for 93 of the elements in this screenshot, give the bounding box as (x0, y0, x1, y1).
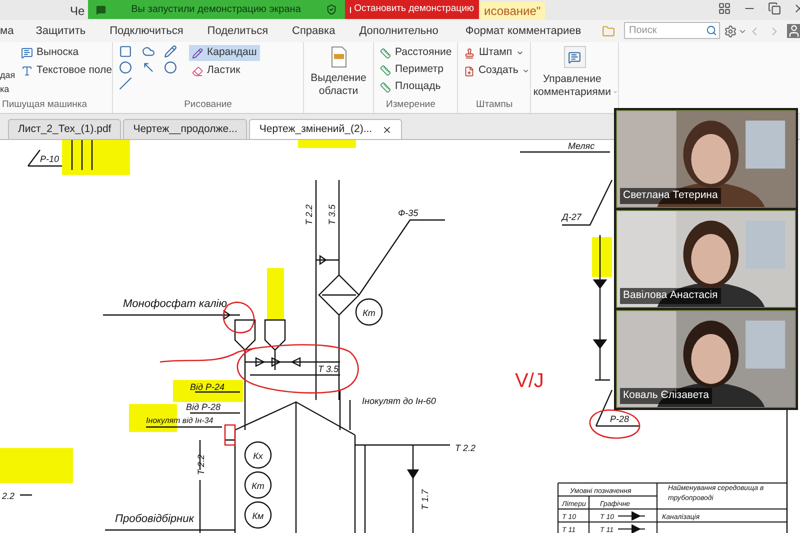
drawing-label: Д-27 (562, 212, 582, 222)
ruler-icon (380, 48, 391, 58)
pen-icon[interactable] (164, 45, 178, 58)
ribbon-button[interactable]: Штамп (464, 45, 530, 61)
document-tab[interactable]: Чертеж__продолже... (123, 119, 248, 139)
settings-icon[interactable] (724, 25, 737, 38)
drawing-label: Км (252, 511, 264, 521)
drawing-label: Від Р-28 (186, 402, 220, 412)
ribbon-button[interactable]: Выноска (20, 45, 112, 61)
pencil-icon (192, 48, 203, 58)
line-icon[interactable] (119, 77, 132, 90)
eraser-icon (192, 66, 203, 76)
participant-name: Коваль Єлізавета (620, 388, 712, 404)
chat-icon (96, 4, 106, 14)
group-label: Штампы (475, 98, 514, 112)
group-label: Измерение (385, 98, 436, 112)
file-icon (464, 66, 474, 76)
handwritten-note: V/J (515, 370, 544, 392)
drawing-label: Т 2.2 (455, 443, 476, 453)
drawing-label: Меляс (568, 141, 595, 151)
tool-label: дая (0, 68, 16, 82)
drawing-label: Інокулят до Ін-60 (362, 396, 436, 406)
shield-icon (326, 4, 337, 15)
callout-icon (20, 47, 33, 59)
pipe-symbol-icon (618, 524, 646, 533)
drawing-label: Кт (252, 481, 264, 491)
caret-icon (522, 67, 530, 75)
close-icon[interactable] (382, 124, 392, 134)
tool-label: ка (0, 82, 10, 96)
search-field[interactable]: Поиск (624, 22, 720, 39)
ellipse-icon[interactable] (119, 61, 132, 74)
drawing-label: Т 2.2 (304, 204, 314, 225)
highlight (592, 237, 612, 277)
user-icon[interactable] (787, 24, 800, 38)
participant-name: Вавілова Анастасія (620, 288, 721, 304)
cloud-icon[interactable] (142, 45, 155, 58)
restore-icon[interactable] (768, 2, 781, 15)
ribbon-button[interactable]: Ластик (189, 63, 260, 79)
text-field-icon (20, 65, 33, 77)
ribbon-button[interactable]: Текстовое поле (20, 63, 112, 79)
drawing-label: Кх (253, 451, 263, 461)
ribbon-button[interactable]: Периметр (380, 62, 457, 78)
ruler-icon (380, 64, 391, 76)
ribbon-button[interactable]: Расстояние (380, 45, 457, 61)
share-banner: Вы запустили демонстрацию экрана (88, 0, 345, 19)
drawing-label: Ф-35 (398, 208, 418, 218)
window-title: исование" (480, 2, 545, 20)
pipe-symbol-icon (618, 512, 646, 520)
menu-item[interactable]: Подключиться (88, 22, 186, 40)
highlight (173, 380, 243, 402)
menu-item[interactable]: Поделиться (185, 22, 270, 40)
participant-name: Светлана Тетерина (620, 188, 721, 204)
drawing-label: Від Р-24 (190, 382, 224, 392)
group-label: Пишущая машинка (1, 98, 88, 112)
drawing-label: Пробовідбірник (115, 513, 194, 525)
highlight (298, 140, 356, 148)
search-icon[interactable] (706, 25, 717, 36)
menu-item[interactable]: Справка (270, 22, 338, 40)
drawing-label: Р-10 (40, 154, 60, 164)
comments-icon (564, 46, 586, 68)
drawing-label: Монофосфат калію (123, 298, 228, 310)
menu-item[interactable]: ма (0, 22, 14, 40)
group-label: Рисование (183, 98, 233, 112)
drawing-label: Р-28 (610, 414, 630, 424)
caret-icon (516, 49, 524, 57)
document-tab[interactable]: Лист_2_Тех_(1).pdf (8, 119, 122, 139)
highlight (267, 268, 284, 320)
highlight (62, 140, 130, 175)
drawing-label: Т 3.5 (327, 204, 337, 225)
rectangle-icon[interactable] (119, 45, 132, 58)
arrow-icon[interactable] (142, 61, 155, 74)
ribbon-button[interactable]: Площадь (380, 79, 457, 95)
ribbon-button[interactable]: Карандаш (189, 45, 260, 61)
manage-comments-button[interactable]: Управление комментариями (531, 42, 619, 113)
area-select-button[interactable]: Выделение области (304, 42, 374, 113)
drawing-label: Т 1.7 (420, 489, 430, 510)
document-icon (330, 46, 346, 68)
stop-sharing-button[interactable]: Остановить демонстрацию (345, 0, 479, 19)
drawing-label: Кт (362, 308, 376, 318)
drawing-label: 2.2 (2, 491, 15, 501)
document-tab[interactable]: Чертеж_змінений_(2)... (249, 119, 402, 139)
stamp-icon (464, 48, 475, 58)
ruler-icon (380, 82, 391, 92)
circle-icon[interactable] (164, 61, 178, 74)
ribbon-button[interactable]: Создать (464, 63, 530, 79)
caret-icon (613, 88, 618, 96)
menu-item[interactable]: Защитить (14, 22, 88, 40)
menu-item[interactable]: Формат комментариев (440, 22, 582, 40)
menu-item[interactable]: Дополнительно (337, 22, 440, 40)
caret-icon[interactable] (738, 27, 747, 36)
drawing-label: Т 3.5 (318, 364, 339, 374)
window-title: Че (70, 3, 85, 20)
grid-icon[interactable] (718, 2, 731, 15)
